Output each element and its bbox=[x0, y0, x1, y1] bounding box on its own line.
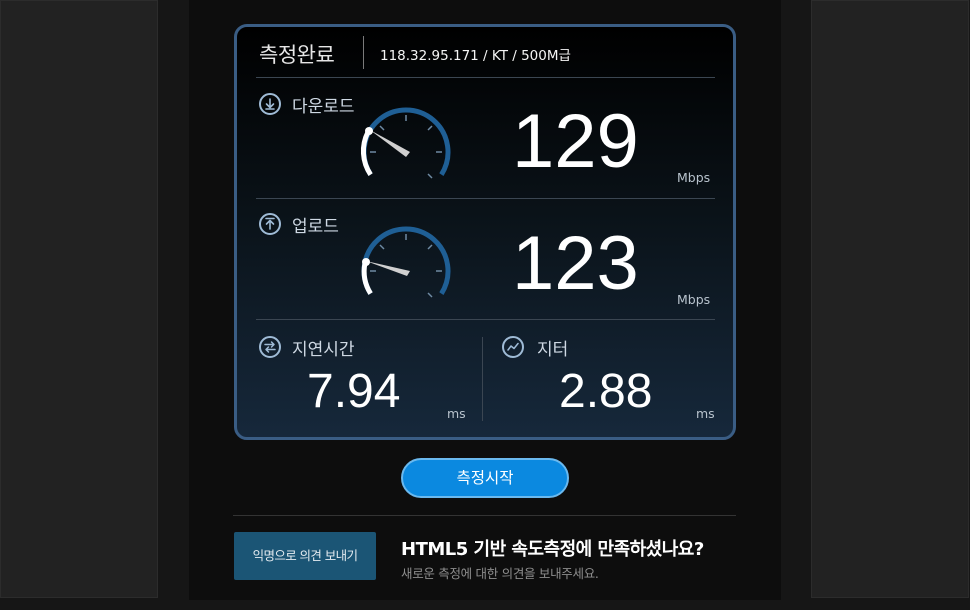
result-title: 측정완료 bbox=[259, 43, 335, 67]
jitter-unit: ms bbox=[696, 406, 715, 421]
connection-info: 118.32.95.171 / KT / 500M급 bbox=[380, 48, 571, 64]
jitter-label: 지터 bbox=[537, 340, 569, 360]
vertical-divider bbox=[482, 337, 483, 421]
latency-unit: ms bbox=[447, 406, 466, 421]
pulse-wave-icon bbox=[502, 336, 524, 358]
jitter-value: 2.88 bbox=[559, 365, 653, 418]
download-icon bbox=[259, 93, 281, 115]
latency-label: 지연시간 bbox=[292, 340, 355, 360]
download-label: 다운로드 bbox=[292, 97, 355, 117]
upload-unit: Mbps bbox=[677, 292, 711, 307]
upload-label: 업로드 bbox=[292, 217, 339, 237]
upload-gauge bbox=[361, 226, 451, 298]
anonymous-feedback-button[interactable]: 익명으로 의견 보내기 bbox=[234, 532, 376, 580]
swap-arrows-icon bbox=[259, 336, 281, 358]
download-gauge bbox=[360, 107, 451, 179]
header-separator bbox=[363, 36, 364, 69]
divider bbox=[256, 198, 715, 199]
latency-value: 7.94 bbox=[307, 365, 401, 418]
right-side-panel bbox=[811, 0, 969, 598]
left-side-panel bbox=[0, 0, 158, 598]
footer-divider bbox=[233, 515, 736, 516]
upload-value: 123 bbox=[512, 221, 639, 306]
satisfaction-question: HTML5 기반 속도측정에 만족하셨나요? bbox=[401, 539, 704, 560]
divider bbox=[256, 77, 715, 78]
start-test-button[interactable]: 측정시작 bbox=[401, 458, 569, 498]
download-value: 129 bbox=[512, 99, 639, 184]
feedback-prompt: 새로운 측정에 대한 의견을 보내주세요. bbox=[401, 566, 599, 581]
speed-result-card: 측정완료 118.32.95.171 / KT / 500M급 다운로드 129… bbox=[234, 24, 736, 440]
upload-icon bbox=[259, 213, 281, 235]
download-unit: Mbps bbox=[677, 170, 711, 185]
divider bbox=[256, 319, 715, 320]
